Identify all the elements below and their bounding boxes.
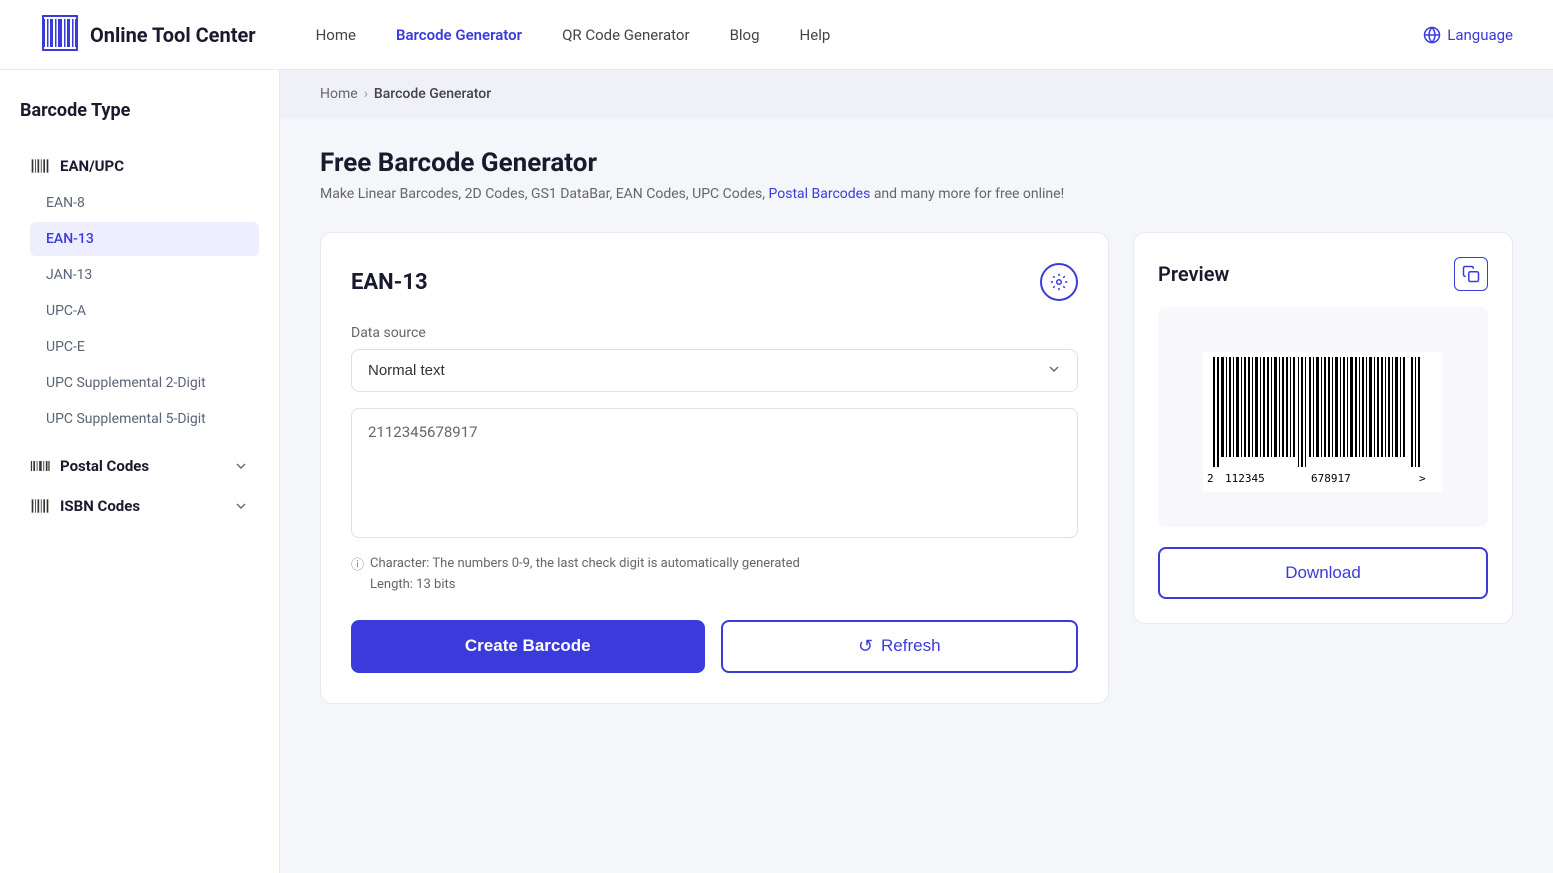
nav-qr-code[interactable]: QR Code Generator [562,22,690,48]
breadcrumb-separator: › [364,86,368,102]
sidebar-category-postal[interactable]: Postal Codes [20,446,259,486]
sidebar-category-label-isbn: ISBN Codes [60,497,140,515]
preview-header: Preview [1158,257,1488,291]
isbn-category-icon [30,496,50,516]
create-barcode-button[interactable]: Create Barcode [351,620,705,673]
download-button[interactable]: Download [1158,547,1488,599]
settings-icon [1050,273,1068,291]
breadcrumb: Home › Barcode Generator [280,70,1553,118]
postal-link[interactable]: Postal Barcodes [769,186,871,202]
svg-text:112345: 112345 [1225,472,1265,485]
refresh-icon: ↺ [858,636,873,657]
sidebar-category-label-postal: Postal Codes [60,457,149,475]
sidebar-item-upce[interactable]: UPC-E [30,330,259,364]
action-buttons: Create Barcode ↺ Refresh [351,620,1078,673]
barcode-config-card: EAN-13 Data source Normal text CSV [320,232,1109,704]
info-icon: ⓘ [351,556,364,596]
two-column-layout: EAN-13 Data source Normal text CSV [320,232,1513,704]
sidebar-item-jan13[interactable]: JAN-13 [30,258,259,292]
card-title: EAN-13 [351,270,428,295]
refresh-label: Refresh [881,636,941,656]
language-button[interactable]: Language [1423,26,1513,44]
settings-button[interactable] [1040,263,1078,301]
barcode-value-input[interactable]: 2112345678917 [351,408,1078,538]
sidebar-item-upc-sup2[interactable]: UPC Supplemental 2-Digit [30,366,259,400]
preview-title: Preview [1158,262,1229,286]
data-source-select-wrapper: Normal text CSV URL [351,349,1078,392]
page-title: Free Barcode Generator [320,148,1513,178]
logo: Online Tool Center [40,13,256,57]
copy-button[interactable] [1454,257,1488,291]
sidebar-item-upc-sup5[interactable]: UPC Supplemental 5-Digit [30,402,259,436]
sidebar-category-label-ean: EAN/UPC [60,157,124,175]
sidebar-item-ean8[interactable]: EAN-8 [30,186,259,220]
card-header: EAN-13 [351,263,1078,301]
header: Online Tool Center Home Barcode Generato… [0,0,1553,70]
barcode-info: ⓘ Character: The numbers 0-9, the last c… [351,554,1078,596]
sidebar-item-upca[interactable]: UPC-A [30,294,259,328]
barcode-category-icon [30,156,50,176]
barcode-preview-area: 2 112345 678917 > [1158,307,1488,527]
barcode-svg: 2 112345 678917 > [1203,352,1443,492]
svg-text:>: > [1419,472,1426,485]
postal-category-icon [30,456,50,476]
barcode-image: 2 112345 678917 > [1203,352,1443,492]
sidebar-category-ean-upc[interactable]: EAN/UPC [20,146,259,186]
page-layout: Barcode Type EAN/UPC EAN-8 EAN-13 JAN-13… [0,70,1553,873]
barcode-info-text: Character: The numbers 0-9, the last che… [370,554,800,596]
sidebar-category-isbn[interactable]: ISBN Codes [20,486,259,526]
refresh-button[interactable]: ↺ Refresh [721,620,1079,673]
sidebar-title: Barcode Type [20,100,259,121]
sidebar: Barcode Type EAN/UPC EAN-8 EAN-13 JAN-13… [0,70,280,873]
sidebar-items-ean: EAN-8 EAN-13 JAN-13 UPC-A UPC-E UPC Supp… [30,186,259,436]
content-area: Free Barcode Generator Make Linear Barco… [280,118,1553,734]
nav: Home Barcode Generator QR Code Generator… [316,22,1384,48]
svg-text:2: 2 [1207,472,1214,485]
sidebar-item-ean13[interactable]: EAN-13 [30,222,259,256]
breadcrumb-home[interactable]: Home [320,86,358,102]
svg-text:678917: 678917 [1311,472,1351,485]
nav-blog[interactable]: Blog [730,22,760,48]
preview-card: Preview [1133,232,1513,624]
chevron-down-icon-isbn [233,498,249,514]
nav-help[interactable]: Help [800,22,831,48]
copy-icon [1462,265,1480,283]
logo-icon [40,13,80,57]
main-content: Home › Barcode Generator Free Barcode Ge… [280,70,1553,873]
language-label: Language [1447,26,1513,44]
chevron-down-icon-postal [233,458,249,474]
nav-barcode-generator[interactable]: Barcode Generator [396,22,522,48]
breadcrumb-current: Barcode Generator [374,86,491,102]
data-source-select[interactable]: Normal text CSV URL [351,349,1078,392]
page-subtitle: Make Linear Barcodes, 2D Codes, GS1 Data… [320,186,1513,202]
data-source-label: Data source [351,325,1078,341]
nav-home[interactable]: Home [316,22,356,48]
logo-text: Online Tool Center [90,23,256,47]
